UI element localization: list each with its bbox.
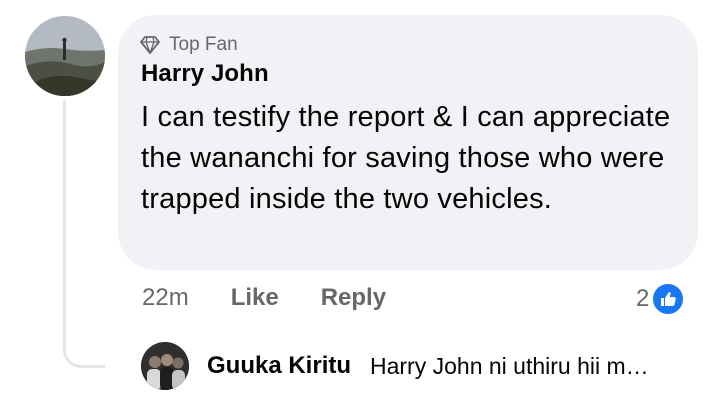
like-button[interactable]: Like [231,284,279,312]
reply-author-avatar[interactable] [141,342,189,390]
like-thumb-icon [651,282,686,316]
comment-timestamp[interactable]: 22m [142,284,189,312]
reply-button[interactable]: Reply [321,284,386,312]
diamond-icon [140,36,160,54]
reply-author-name[interactable]: Guuka Kiritu [207,352,351,380]
top-fan-badge[interactable]: Top Fan [140,34,238,56]
commenter-avatar[interactable] [25,16,105,96]
comment-thread: Top Fan Harry John I can testify the rep… [0,0,720,405]
group-photo [141,342,189,390]
comment-author[interactable]: Harry John [141,60,269,88]
reaction-count: 2 [636,285,650,312]
reaction-summary[interactable]: 2 [636,282,686,316]
comment-actions: 22m Like Reply [142,284,386,312]
reply-preview-text[interactable]: Harry John ni uthiru hii m… [370,353,690,380]
badge-label: Top Fan [169,34,238,55]
comment-text: I can testify the report & I can appreci… [141,101,671,215]
avatar-photo [25,16,105,96]
thread-connector [63,100,105,368]
